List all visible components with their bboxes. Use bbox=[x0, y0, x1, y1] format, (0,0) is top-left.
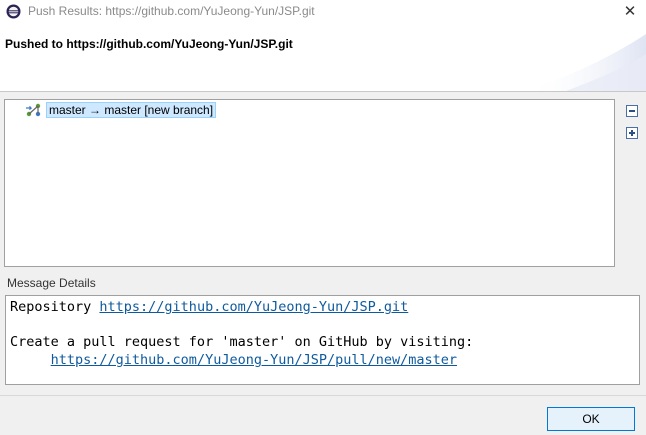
tree-item[interactable]: master → master [new branch] bbox=[25, 101, 217, 118]
close-icon[interactable]: ✕ bbox=[620, 3, 640, 21]
pull-request-indent bbox=[10, 352, 51, 368]
window-title: Push Results: https://github.com/YuJeong… bbox=[28, 4, 315, 18]
message-details-label: Message Details bbox=[7, 276, 96, 290]
message-details-box[interactable]: Repository https://github.com/YuJeong-Yu… bbox=[5, 295, 640, 385]
title-bar: Push Results: https://github.com/YuJeong… bbox=[0, 0, 646, 24]
header-divider bbox=[0, 91, 646, 92]
tree-item-label: master → master [new branch] bbox=[46, 101, 217, 118]
branch-icon bbox=[26, 103, 41, 116]
eclipse-app-icon bbox=[6, 4, 21, 19]
ok-button[interactable]: OK bbox=[547, 407, 635, 431]
repository-link[interactable]: https://github.com/YuJeong-Yun/JSP.git bbox=[99, 299, 408, 315]
page-title: Pushed to https://github.com/YuJeong-Yun… bbox=[5, 37, 293, 51]
pull-request-text: Create a pull request for 'master' on Gi… bbox=[10, 334, 474, 350]
repository-prefix: Repository bbox=[10, 299, 100, 315]
pull-request-link[interactable]: https://github.com/YuJeong-Yun/JSP/pull/… bbox=[51, 352, 457, 368]
footer-divider bbox=[0, 395, 646, 396]
header-banner: Pushed to https://github.com/YuJeong-Yun… bbox=[0, 24, 646, 91]
collapse-all-icon[interactable] bbox=[626, 105, 638, 117]
pull-request-line: https://github.com/YuJeong-Yun/JSP/pull/… bbox=[10, 351, 457, 369]
expand-all-icon[interactable] bbox=[626, 127, 638, 139]
repository-line: Repository https://github.com/YuJeong-Yu… bbox=[10, 298, 408, 316]
ref-update-tree[interactable]: master → master [new branch] bbox=[4, 99, 615, 267]
banner-decoration bbox=[526, 34, 646, 91]
